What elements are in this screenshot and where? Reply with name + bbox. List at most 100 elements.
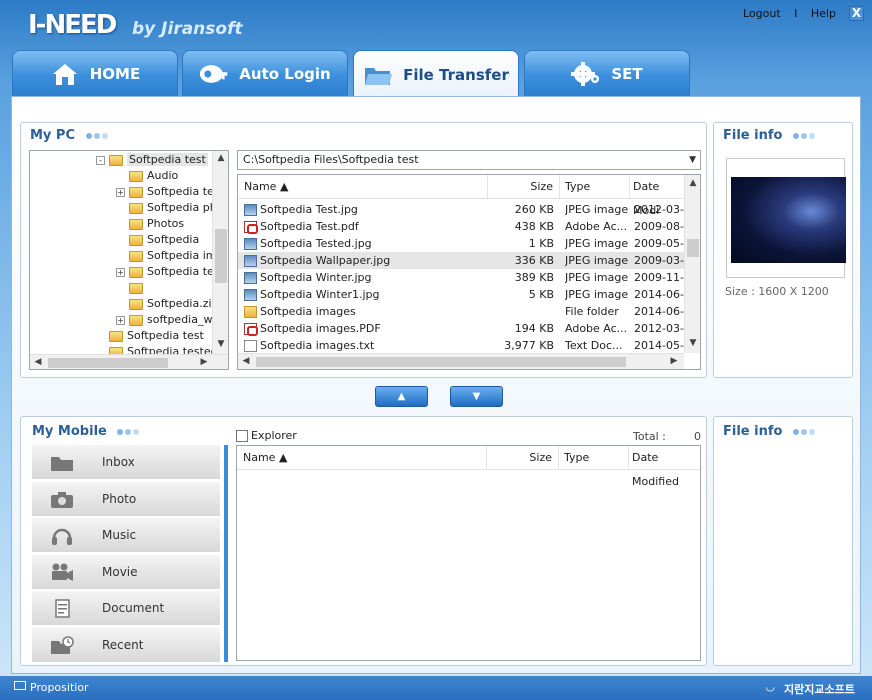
column-name[interactable]: Name ▲: [238, 175, 488, 199]
tree-scroll-thumb[interactable]: [215, 229, 227, 283]
tree-node[interactable]: Softpedia test: [96, 328, 204, 344]
mobile-category-recent[interactable]: Recent: [32, 627, 220, 663]
scroll-right-arrow-icon[interactable]: ▶: [666, 356, 682, 366]
tab-auto-login[interactable]: Auto Login: [182, 50, 348, 97]
tree-node-label: softpedia_wa: [147, 313, 220, 326]
camera-icon: [50, 490, 74, 509]
column-date[interactable]: Date Modified: [629, 446, 700, 488]
mobile-category-inbox[interactable]: Inbox: [32, 445, 220, 480]
tree-node[interactable]: + Softpedia tes: [116, 264, 220, 280]
logout-link[interactable]: Logout: [743, 7, 781, 20]
mobile-category-label: Inbox: [102, 455, 135, 469]
expand-icon[interactable]: +: [116, 187, 125, 197]
pc-file-list[interactable]: Name ▲ Size Type Date Modi Softpedia Tes…: [237, 174, 701, 370]
scroll-up-arrow-icon[interactable]: ▲: [213, 153, 228, 163]
scroll-left-arrow-icon[interactable]: ◀: [238, 356, 254, 366]
file-row[interactable]: Softpedia Wallpaper.jpg 336 KB JPEG image 2…: [238, 252, 684, 269]
file-row[interactable]: Softpedia Test.jpg 260 KB JPEG image 2012-0…: [238, 201, 684, 218]
column-type[interactable]: Type: [559, 446, 629, 470]
files-hscroll-thumb[interactable]: [256, 357, 626, 367]
jpg-file-icon: [244, 289, 257, 301]
collapse-icon[interactable]: -: [96, 155, 105, 165]
document-icon: [50, 599, 74, 618]
my-mobile-title: My Mobile: [32, 424, 141, 439]
file-row[interactable]: Softpedia images.PDF 194 KB Adobe Ac... 201…: [238, 320, 684, 337]
upload-to-pc-button[interactable]: ▲: [375, 386, 428, 407]
tree-node[interactable]: Audio: [116, 168, 178, 184]
column-size[interactable]: Size: [488, 175, 560, 199]
file-row[interactable]: Softpedia images.txt 3,977 KB Text Doc... 2…: [238, 337, 684, 354]
scroll-down-arrow-icon[interactable]: ▼: [213, 339, 228, 349]
scroll-left-arrow-icon[interactable]: ◀: [30, 357, 46, 367]
mobile-category-movie[interactable]: Movie: [32, 554, 220, 590]
tab-file-transfer[interactable]: File Transfer: [353, 50, 519, 98]
file-date-cell: 2009-08-0: [634, 220, 684, 233]
file-row[interactable]: Softpedia Tested.jpg 1 KB JPEG image 2009-0…: [238, 235, 684, 252]
files-vertical-scrollbar[interactable]: ▲ ▼: [684, 175, 700, 353]
file-date-cell: 2009-03-2: [634, 254, 684, 267]
mobile-category-document[interactable]: Document: [32, 591, 220, 626]
column-name[interactable]: Name ▲: [237, 446, 487, 470]
recent-folder-icon: [50, 635, 74, 655]
path-text: C:\Softpedia Files\Softpedia test: [243, 153, 419, 166]
tree-horizontal-scrollbar[interactable]: ◀ ▶: [30, 354, 228, 369]
tab-home-label: HOME: [89, 65, 141, 83]
scroll-down-arrow-icon[interactable]: ▼: [685, 338, 700, 348]
tree-node[interactable]: + Softpedia tes: [116, 184, 220, 200]
file-row[interactable]: Softpedia Winter.jpg 389 KB JPEG image 2009…: [238, 269, 684, 286]
file-info-panel: File info Size : 1600 X 1200: [713, 122, 853, 378]
mobile-category-label: Movie: [102, 564, 138, 579]
movie-camera-icon: [50, 563, 74, 582]
tree-node[interactable]: [116, 280, 147, 296]
mobile-file-list[interactable]: Name ▲ Size Type Date Modified: [236, 445, 701, 661]
column-date[interactable]: Date Modi: [630, 175, 690, 217]
tree-hscroll-thumb[interactable]: [48, 358, 168, 368]
tab-set[interactable]: SET: [524, 50, 690, 97]
status-bar: Propositior ◡ 지란지교소프트: [0, 676, 872, 700]
tree-node[interactable]: Softpedia ima: [116, 248, 223, 264]
inbox-icon: [50, 453, 74, 472]
files-horizontal-scrollbar[interactable]: ◀ ▶: [238, 353, 684, 369]
jpg-file-icon: [244, 255, 257, 267]
mobile-category-label: Music: [102, 528, 137, 542]
file-type-cell: JPEG image: [565, 271, 629, 284]
file-name-cell: Softpedia Winter1.jpg: [244, 286, 488, 303]
help-link[interactable]: Help: [811, 7, 836, 20]
files-scroll-thumb[interactable]: [687, 239, 699, 257]
file-date-cell: 2014-06-1: [634, 288, 684, 301]
close-button[interactable]: X: [849, 6, 864, 21]
folder-tree[interactable]: - Softpedia test Audio + Softpedia tes Softpe…: [29, 150, 229, 370]
scroll-up-arrow-icon[interactable]: ▲: [685, 178, 700, 188]
folder-icon: [129, 234, 143, 246]
path-dropdown[interactable]: C:\Softpedia Files\Softpedia test ▼: [237, 150, 701, 170]
file-row[interactable]: Softpedia Test.pdf 438 KB Adobe Ac... 2009-…: [238, 218, 684, 235]
mobile-category-photo[interactable]: Photo: [32, 481, 220, 517]
tree-node[interactable]: + softpedia_wa: [116, 312, 219, 328]
column-type[interactable]: Type: [560, 175, 630, 199]
title-dots-icon: [85, 128, 110, 143]
file-row[interactable]: Softpedia Winter1.jpg 5 KB JPEG image 2014-…: [238, 286, 684, 303]
chevron-down-icon[interactable]: ▼: [689, 151, 696, 169]
tree-vertical-scrollbar[interactable]: ▲ ▼: [212, 151, 228, 354]
tree-node[interactable]: - Softpedia test: [96, 152, 208, 168]
file-date-cell: 2014-06-1: [634, 305, 684, 318]
tree-node[interactable]: Softpedia: [116, 232, 199, 248]
expand-icon[interactable]: +: [116, 267, 125, 277]
file-row[interactable]: Softpedia images File folder 2014-06-1: [238, 303, 684, 320]
tree-node[interactable]: Softpedia pho: [116, 200, 223, 216]
expand-icon[interactable]: +: [116, 315, 125, 325]
tree-node[interactable]: Photos: [116, 216, 184, 232]
tree-node[interactable]: Softpedia.zip: [116, 296, 219, 312]
file-size-cell: 389 KB: [514, 271, 554, 284]
column-size[interactable]: Size: [487, 446, 559, 470]
file-date-cell: 2009-11-1: [634, 271, 684, 284]
explorer-checkbox[interactable]: [236, 430, 248, 442]
download-to-mobile-button[interactable]: ▼: [450, 386, 503, 407]
proposition-link[interactable]: Propositior: [30, 681, 89, 694]
file-name-text: Softpedia Winter1.jpg: [260, 288, 380, 301]
tab-home[interactable]: HOME: [12, 50, 178, 97]
mobile-category-music[interactable]: Music: [32, 518, 220, 553]
folder-icon: [244, 306, 257, 318]
scroll-right-arrow-icon[interactable]: ▶: [196, 357, 212, 367]
file-name-text: Softpedia images.PDF: [260, 322, 381, 335]
